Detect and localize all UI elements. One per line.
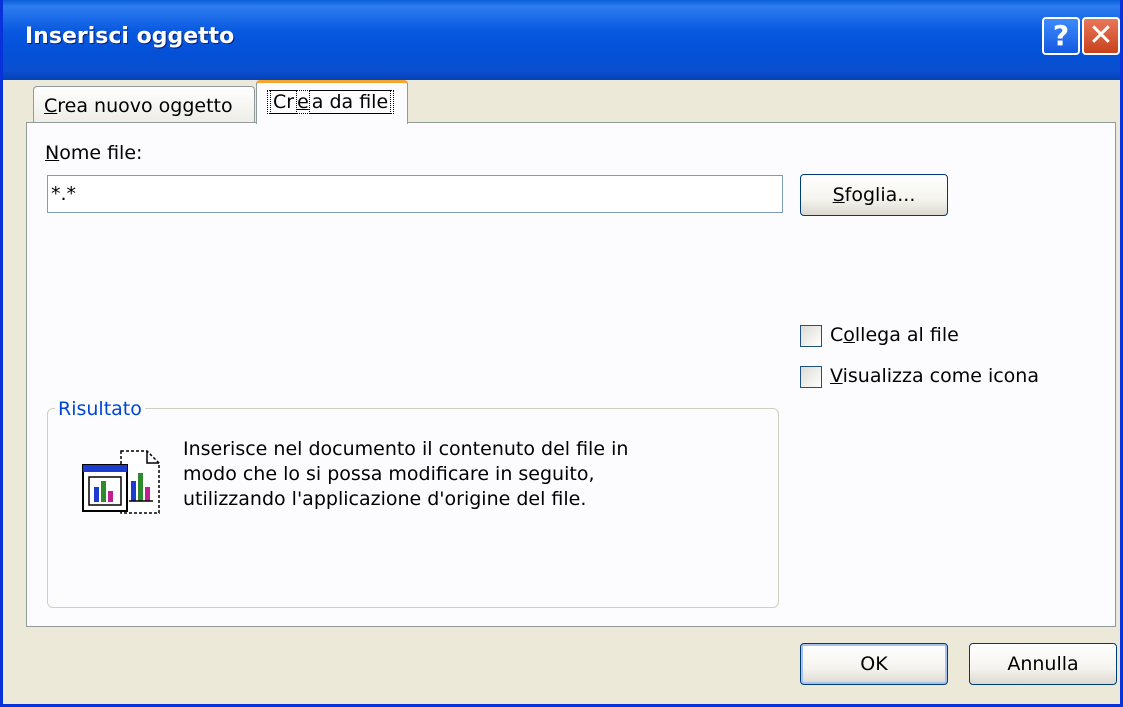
close-button[interactable]: ✕ xyxy=(1082,17,1120,55)
link-to-file-box[interactable] xyxy=(800,324,822,347)
browse-button[interactable]: Sfoglia... xyxy=(800,174,948,216)
file-name-input[interactable] xyxy=(47,175,783,213)
file-name-label: Nome file: xyxy=(45,142,143,164)
result-group-title: Risultato xyxy=(55,398,145,420)
tab-create-from-file-label: Cr e a da file xyxy=(267,90,395,114)
display-as-icon-checkbox[interactable]: Visualizza come icona xyxy=(800,363,1039,389)
display-as-icon-box[interactable] xyxy=(800,365,822,388)
embed-file-icon xyxy=(82,450,160,514)
result-line: utilizzando l'applicazione d'origine del… xyxy=(183,488,587,510)
link-to-file-checkbox[interactable]: Collega al file xyxy=(800,322,959,348)
help-button[interactable]: ? xyxy=(1042,17,1080,55)
window-title: Inserisci oggetto xyxy=(25,24,235,49)
result-line: Inserisce nel documento il contenuto del… xyxy=(183,438,629,460)
tab-create-new-object[interactable]: Crea nuovo oggetto xyxy=(33,86,255,126)
close-icon: ✕ xyxy=(1088,18,1114,53)
insert-object-dialog: Inserisci oggetto ? ✕ Crea nuovo oggetto… xyxy=(0,0,1123,707)
help-icon: ? xyxy=(1052,19,1070,52)
result-line: modo che lo si possa modificare in segui… xyxy=(183,463,595,485)
cancel-button[interactable]: Annulla xyxy=(969,643,1117,685)
tab-create-from-file[interactable]: Cr e a da file xyxy=(256,80,408,124)
ok-button[interactable]: OK xyxy=(800,643,948,685)
result-description: Inserisce nel documento il contenuto del… xyxy=(183,437,703,512)
title-bar[interactable]: Inserisci oggetto ? ✕ xyxy=(3,0,1120,80)
